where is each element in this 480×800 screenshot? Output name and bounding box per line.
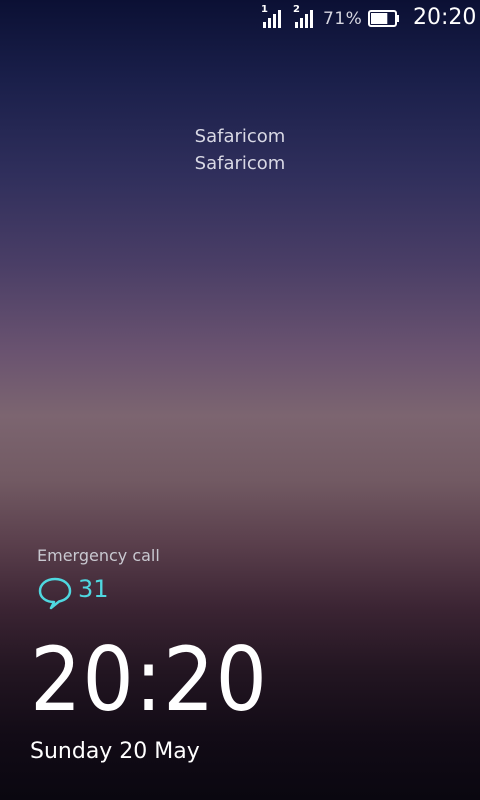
battery-icon bbox=[368, 10, 400, 27]
status-bar: 1 2 71% 20:20 bbox=[0, 0, 480, 38]
chat-bubble-icon bbox=[37, 576, 73, 610]
carrier-name-sim2: Safaricom bbox=[194, 153, 286, 174]
signal-sim2-icon: 2 bbox=[292, 4, 316, 30]
carrier-info: Safaricom Safaricom bbox=[0, 123, 480, 177]
status-time: 20:20 bbox=[413, 5, 477, 30]
message-count: 31 bbox=[78, 575, 109, 603]
lockscreen-date: Sunday 20 May bbox=[30, 739, 200, 764]
battery-percent: 71% bbox=[323, 9, 363, 29]
signal-sim1-icon: 1 bbox=[260, 4, 284, 30]
sim2-label: 2 bbox=[293, 4, 300, 15]
lockscreen-clock: 20:20 bbox=[30, 628, 289, 731]
lockscreen-clock-text: 20:20 bbox=[30, 628, 268, 731]
carrier-name-sim1: Safaricom bbox=[194, 126, 286, 147]
sim1-label: 1 bbox=[261, 4, 268, 15]
emergency-call-button[interactable]: Emergency call bbox=[37, 546, 160, 565]
